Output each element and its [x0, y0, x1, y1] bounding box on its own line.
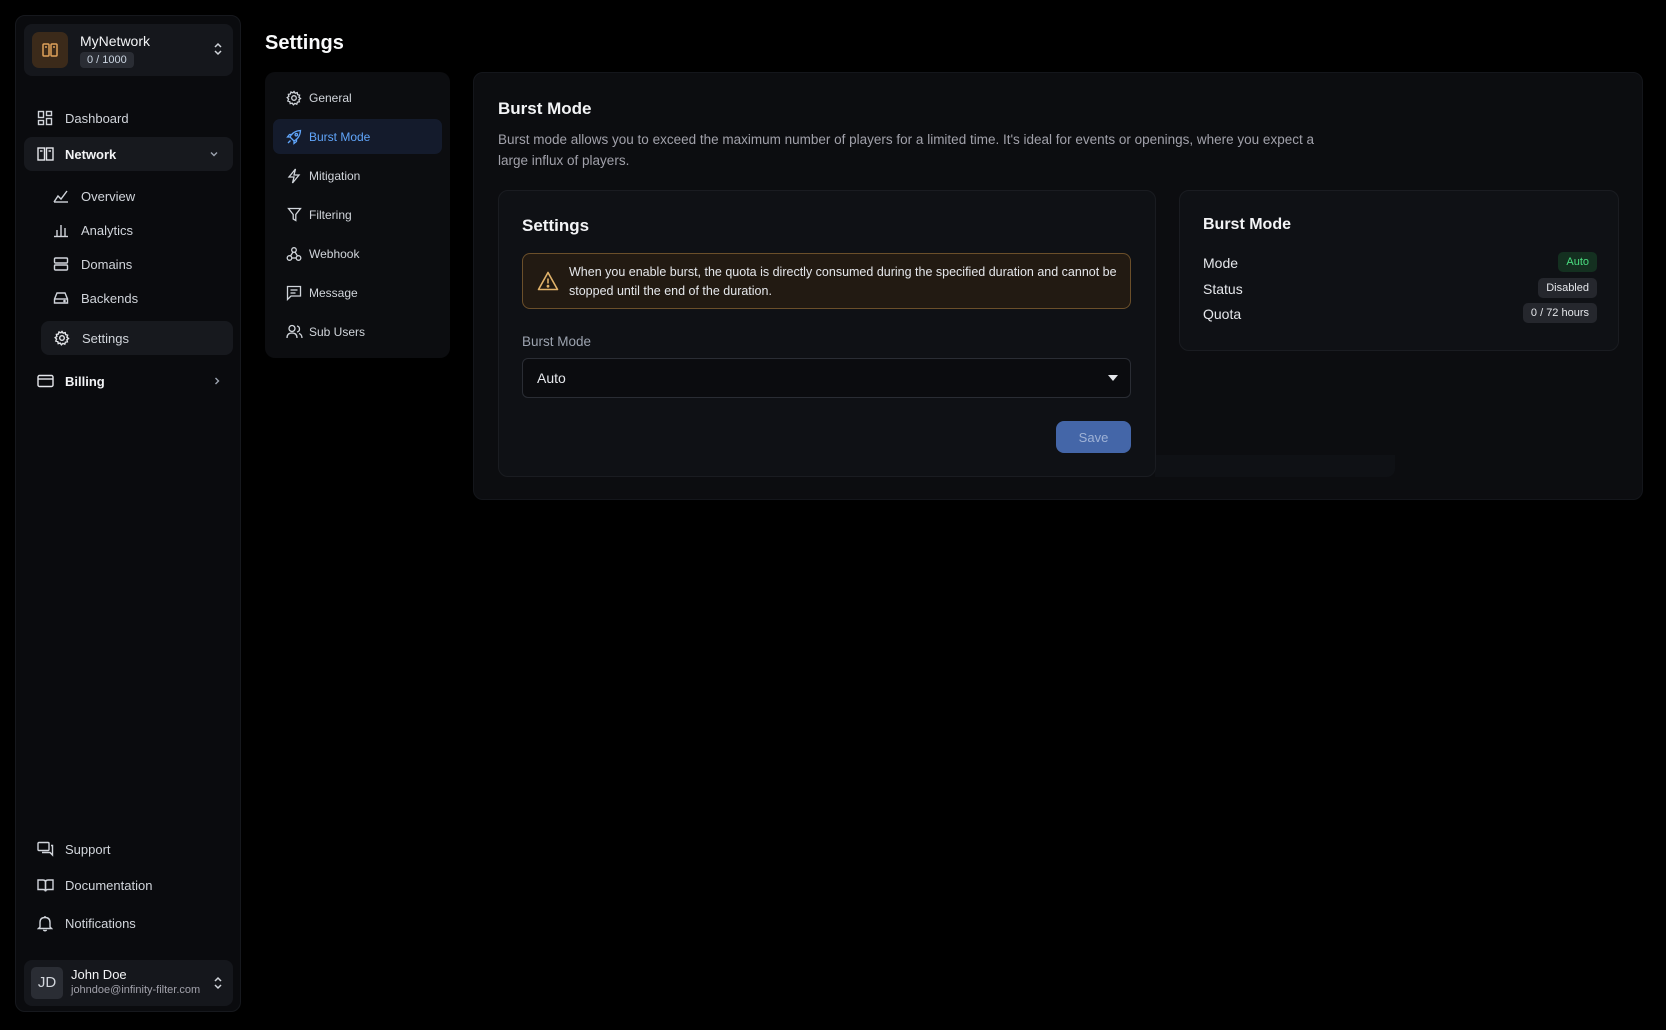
user-menu[interactable]: JD John Doe johndoe@infinity-filter.com: [24, 960, 233, 1006]
status-row-mode: Mode Auto: [1203, 252, 1597, 274]
settings-tab-label: Webhook: [309, 246, 360, 261]
caret-down-icon: [1108, 375, 1118, 381]
network-logo-icon: [32, 32, 68, 68]
sidebar-item-label: Overview: [81, 188, 136, 204]
status-badge: Disabled: [1538, 278, 1597, 298]
settings-menu: General Burst Mode Mitigation Filtering: [265, 72, 450, 358]
status-label: Quota: [1203, 306, 1242, 322]
dashboard-icon: [36, 109, 54, 127]
chevron-down-icon: [209, 149, 219, 159]
sidebar-item-overview[interactable]: Overview: [52, 179, 232, 213]
panel-shelf: [1155, 455, 1395, 477]
settings-tab-burst-mode[interactable]: Burst Mode: [273, 119, 442, 154]
settings-tab-general[interactable]: General: [273, 80, 442, 115]
page-title: Settings: [265, 32, 344, 54]
sidebar-item-domains[interactable]: Domains: [52, 247, 232, 281]
warning-text: When you enable burst, the quota is dire…: [569, 265, 1117, 298]
settings-tab-message[interactable]: Message: [273, 275, 442, 310]
network-name: MyNetwork: [80, 33, 151, 49]
support-chat-icon: [36, 840, 54, 858]
status-row-status: Status Disabled: [1203, 278, 1597, 300]
burst-status-panel: Burst Mode Mode Auto Status Disabled Quo…: [1179, 190, 1619, 351]
sidebar-item-label: Analytics: [81, 222, 134, 238]
sidebar-item-label: Network: [65, 146, 117, 162]
warning-triangle-icon: [537, 271, 559, 291]
burst-settings-panel: Settings When you enable burst, the quot…: [498, 190, 1156, 477]
network-player-count: 0 / 1000: [80, 52, 134, 68]
sidebar-item-label: Domains: [81, 256, 133, 272]
settings-tab-label: General: [309, 90, 352, 105]
user-email: johndoe@infinity-filter.com: [71, 984, 201, 996]
bell-icon: [36, 914, 54, 932]
settings-tab-label: Filtering: [309, 207, 352, 222]
burst-mode-select[interactable]: Auto: [522, 358, 1131, 398]
settings-tab-filtering[interactable]: Filtering: [273, 197, 442, 232]
sidebar-item-network[interactable]: Network: [24, 137, 233, 171]
panel-title: Settings: [522, 216, 590, 235]
sidebar-item-label: Backends: [81, 290, 139, 306]
sidebar-item-dashboard[interactable]: Dashboard: [36, 101, 226, 135]
credit-card-icon: [36, 372, 54, 390]
rocket-icon: [285, 128, 303, 146]
status-title: Burst Mode: [1203, 216, 1291, 233]
sidebar: MyNetwork 0 / 1000 Dashboard Network Ove…: [15, 15, 241, 1012]
settings-tab-sub-users[interactable]: Sub Users: [273, 314, 442, 349]
sidebar-item-label: Settings: [82, 330, 129, 346]
network-switcher[interactable]: MyNetwork 0 / 1000: [24, 24, 233, 76]
status-label: Status: [1203, 281, 1243, 297]
settings-tab-label: Mitigation: [309, 168, 361, 183]
burst-mode-label: Burst Mode: [522, 334, 592, 349]
settings-tab-label: Burst Mode: [309, 129, 371, 144]
chart-line-icon: [52, 187, 70, 205]
support-link[interactable]: Support: [36, 832, 226, 866]
users-icon: [285, 323, 303, 341]
gear-icon: [285, 89, 303, 107]
settings-tab-webhook[interactable]: Webhook: [273, 236, 442, 271]
webhook-icon: [285, 245, 303, 263]
burst-mode-selected-value: Auto: [537, 370, 566, 386]
sidebar-item-settings[interactable]: Settings: [41, 321, 233, 355]
filter-icon: [285, 206, 303, 224]
network-icon: [36, 145, 54, 163]
status-label: Mode: [1203, 255, 1239, 271]
user-name: John Doe: [71, 967, 127, 982]
sidebar-item-billing[interactable]: Billing: [36, 364, 226, 398]
warning-alert: When you enable burst, the quota is dire…: [522, 253, 1131, 309]
save-button[interactable]: Save: [1056, 421, 1131, 453]
server-icon: [52, 255, 70, 273]
gear-icon: [53, 329, 71, 347]
documentation-link[interactable]: Documentation: [36, 868, 226, 902]
avatar: JD: [31, 967, 63, 999]
book-icon: [36, 876, 54, 894]
message-icon: [285, 284, 303, 302]
chevron-right-icon: [212, 376, 222, 386]
mode-badge: Auto: [1558, 252, 1597, 272]
hard-drive-icon: [52, 289, 70, 307]
settings-tab-label: Sub Users: [309, 324, 366, 339]
settings-tab-mitigation[interactable]: Mitigation: [273, 158, 442, 193]
quota-badge: 0 / 72 hours: [1522, 303, 1597, 323]
support-label: Support: [65, 841, 111, 857]
bar-chart-icon: [52, 221, 70, 239]
sidebar-item-label: Billing: [65, 373, 105, 389]
chevrons-up-down-icon: [213, 975, 223, 991]
notifications-label: Notifications: [65, 915, 136, 931]
section-title: Burst Mode: [498, 99, 592, 118]
notifications-link[interactable]: Notifications: [36, 906, 226, 940]
sidebar-item-label: Dashboard: [65, 110, 129, 126]
sidebar-item-analytics[interactable]: Analytics: [52, 213, 232, 247]
status-row-quota: Quota 0 / 72 hours: [1203, 303, 1597, 325]
sidebar-item-backends[interactable]: Backends: [52, 281, 232, 315]
chevrons-up-down-icon: [213, 41, 223, 57]
settings-tab-label: Message: [309, 285, 358, 300]
lightning-icon: [285, 167, 303, 185]
documentation-label: Documentation: [65, 877, 153, 893]
burst-mode-section: Burst Mode Burst mode allows you to exce…: [473, 72, 1643, 500]
section-description: Burst mode allows you to exceed the maxi…: [498, 132, 1314, 168]
